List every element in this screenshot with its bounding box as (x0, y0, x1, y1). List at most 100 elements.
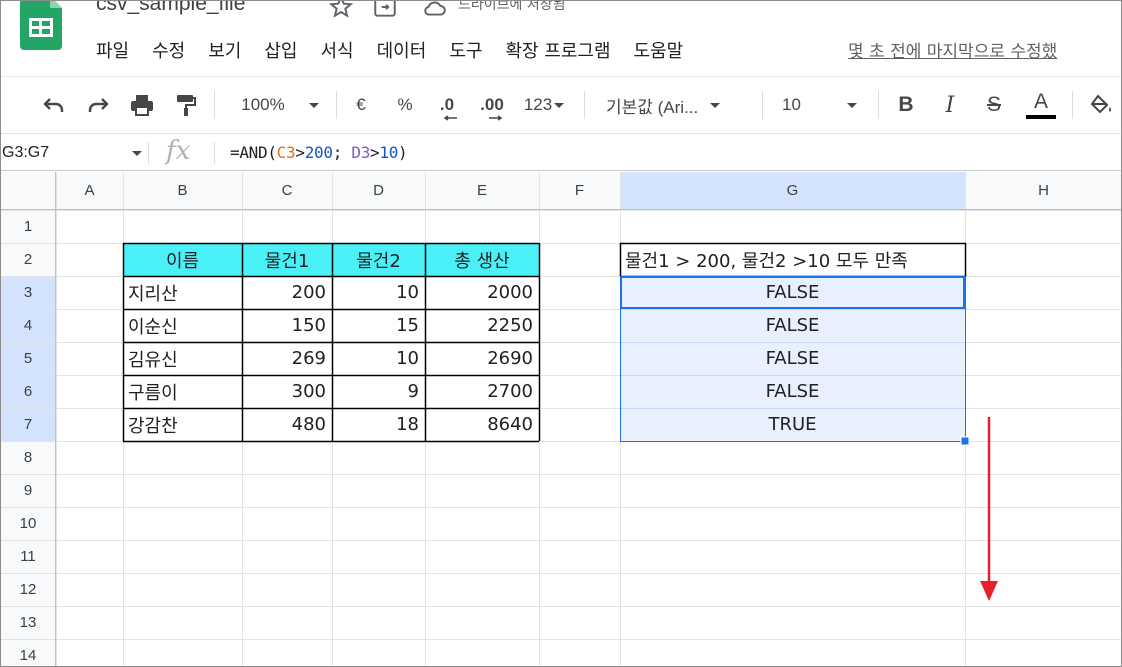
menu-file[interactable]: 파일 (96, 37, 129, 63)
last-edit-link[interactable]: 몇 초 전에 마지막으로 수정했 (848, 37, 1057, 62)
column-header-c[interactable]: C (242, 172, 332, 210)
result-cell[interactable]: FALSE (620, 375, 965, 408)
table-header-cell[interactable]: 물건2 (332, 243, 425, 276)
row-header-13[interactable]: 13 (0, 606, 56, 639)
name-cell[interactable]: 강감찬 (123, 408, 242, 441)
column-header-g[interactable]: G (620, 172, 965, 210)
formula-text: ) (398, 143, 408, 162)
number-cell[interactable]: 2250 (425, 309, 539, 342)
name-cell[interactable]: 김유신 (123, 342, 242, 375)
number-cell[interactable]: 10 (332, 276, 425, 309)
row-header-5[interactable]: 5 (0, 342, 56, 375)
column-header-b[interactable]: B (123, 172, 242, 210)
move-to-folder-icon[interactable] (372, 0, 398, 20)
name-box[interactable]: G3:G7 (0, 134, 144, 172)
column-header-h[interactable]: H (965, 172, 1122, 210)
text-color-button[interactable]: A (1024, 77, 1058, 133)
row-header-7[interactable]: 7 (0, 408, 56, 441)
row-header-6[interactable]: 6 (0, 375, 56, 408)
number-cell[interactable]: 480 (242, 408, 332, 441)
number-cell[interactable]: 300 (242, 375, 332, 408)
number-cell[interactable]: 18 (332, 408, 425, 441)
percent-button[interactable]: % (392, 77, 418, 133)
toolbar: 100% € % .0 .00 123 기본값 (Ari... 10 B I S… (0, 76, 1122, 132)
name-cell[interactable]: 이순신 (123, 309, 242, 342)
text-color-swatch (1026, 115, 1056, 119)
menu-view[interactable]: 보기 (208, 37, 241, 63)
number-cell[interactable]: 200 (242, 276, 332, 309)
formula-text: > (295, 143, 305, 162)
number-cell[interactable]: 2000 (425, 276, 539, 309)
document-title[interactable]: csv_sample_file (96, 0, 245, 16)
paint-format-button[interactable] (170, 77, 202, 133)
currency-label: € (356, 95, 366, 114)
column-header-a[interactable]: A (56, 172, 123, 210)
star-icon[interactable] (328, 0, 354, 20)
number-cell[interactable]: 2700 (425, 375, 539, 408)
table-header-cell[interactable]: 물건1 (242, 243, 332, 276)
menu-insert[interactable]: 삽입 (264, 37, 297, 63)
row-header-3[interactable]: 3 (0, 276, 56, 309)
undo-button[interactable] (38, 77, 70, 133)
fx-icon: fx (166, 136, 191, 166)
save-status: 드라이브에 저장됨 (458, 0, 566, 13)
font-size-select[interactable]: 10 (782, 77, 866, 133)
row-header-9[interactable]: 9 (0, 474, 56, 507)
menu-help[interactable]: 도움말 (634, 37, 684, 63)
formula-bar-divider (214, 142, 215, 164)
toolbar-divider (336, 91, 337, 119)
number-cell[interactable]: 2690 (425, 342, 539, 375)
table-header-cell[interactable]: 이름 (123, 243, 242, 276)
number-format-select[interactable]: 123 (518, 77, 570, 133)
result-cell[interactable]: FALSE (620, 342, 965, 375)
number-cell[interactable]: 9 (332, 375, 425, 408)
name-cell[interactable]: 지리산 (123, 276, 242, 309)
row-header-10[interactable]: 10 (0, 507, 56, 540)
result-cell[interactable]: FALSE (620, 309, 965, 342)
row-header-1[interactable]: 1 (0, 210, 56, 243)
chevron-down-icon[interactable] (132, 151, 142, 156)
row-header-8[interactable]: 8 (0, 441, 56, 474)
number-cell[interactable]: 15 (332, 309, 425, 342)
spreadsheet-grid[interactable]: A B C D E F G H 1 2 3 4 5 6 7 8 9 10 11 12 13 14 이름 물건1 물건2 총 생산 지… (0, 172, 1122, 667)
menu-format[interactable]: 서식 (321, 37, 354, 63)
row-header-14[interactable]: 14 (0, 639, 56, 667)
print-button[interactable] (126, 77, 158, 133)
menu-tools[interactable]: 도구 (449, 37, 482, 63)
number-cell[interactable]: 8640 (425, 408, 539, 441)
table-header-cell[interactable]: 총 생산 (425, 243, 539, 276)
column-header-e[interactable]: E (425, 172, 539, 210)
column-header-f[interactable]: F (539, 172, 620, 210)
row-header-11[interactable]: 11 (0, 540, 56, 573)
number-cell[interactable]: 150 (242, 309, 332, 342)
row-header-4[interactable]: 4 (0, 309, 56, 342)
strikethrough-button[interactable]: S (980, 77, 1008, 133)
name-cell[interactable]: 구름이 (123, 375, 242, 408)
italic-button[interactable]: I (936, 77, 964, 133)
increase-decimal-label: .00 (480, 95, 504, 114)
result-cell[interactable]: TRUE (620, 408, 965, 441)
sheets-logo-icon[interactable] (20, 0, 62, 50)
fill-color-button[interactable] (1086, 77, 1116, 133)
row-header-12[interactable]: 12 (0, 573, 56, 606)
bold-button[interactable]: B (892, 77, 920, 133)
menu-edit[interactable]: 수정 (152, 37, 185, 63)
row-header-2[interactable]: 2 (0, 243, 56, 276)
cloud-saved-icon[interactable] (422, 0, 448, 20)
zoom-select[interactable]: 100% (236, 77, 324, 133)
bold-label: B (898, 93, 914, 116)
formula-input[interactable]: =AND(C3>200; D3>10) (230, 143, 408, 162)
menu-extensions[interactable]: 확장 프로그램 (505, 37, 610, 63)
redo-button[interactable] (82, 77, 114, 133)
increase-decimal-button[interactable]: .00 (474, 77, 510, 133)
result-cell[interactable]: FALSE (620, 276, 965, 309)
column-header-d[interactable]: D (332, 172, 425, 210)
currency-button[interactable]: € (348, 77, 374, 133)
result-header-cell[interactable]: 물건1 > 200, 물건2 >10 모두 만족 (620, 243, 965, 276)
menu-data[interactable]: 데이터 (377, 37, 427, 63)
decrease-decimal-button[interactable]: .0 (430, 77, 464, 133)
number-cell[interactable]: 10 (332, 342, 425, 375)
number-cell[interactable]: 269 (242, 342, 332, 375)
font-family-select[interactable]: 기본값 (Ari... (606, 77, 750, 133)
print-icon (131, 95, 153, 116)
